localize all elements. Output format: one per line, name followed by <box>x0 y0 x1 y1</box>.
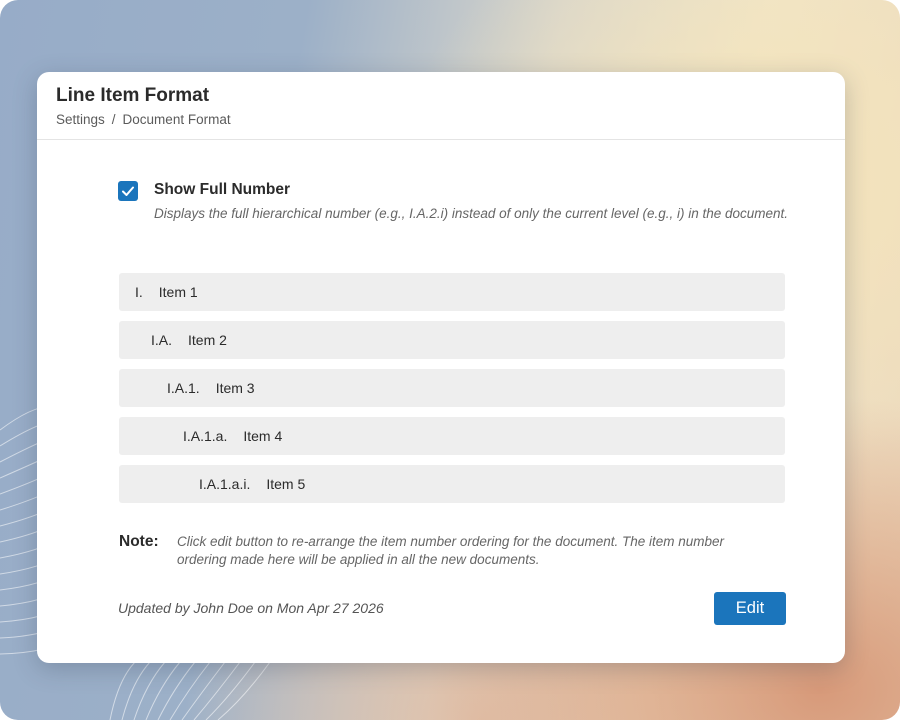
item-label: Item 1 <box>158 284 198 300</box>
show-full-number-checkbox[interactable] <box>118 181 138 201</box>
updated-by-text: Updated by John Doe on Mon Apr 27 2026 <box>118 600 384 616</box>
breadcrumb: Settings / Document Format <box>56 112 231 127</box>
list-item: I.A.1. Item 3 <box>119 369 785 407</box>
list-item: I. Item 1 <box>119 273 785 311</box>
item-number: I.A.1.a.i. <box>199 476 251 492</box>
breadcrumb-settings[interactable]: Settings <box>56 112 105 127</box>
check-icon <box>122 186 134 196</box>
item-number: I.A.1. <box>167 380 200 396</box>
note-label: Note: <box>119 533 159 550</box>
list-item: I.A.1.a. Item 4 <box>119 417 785 455</box>
breadcrumb-document-format: Document Format <box>122 112 231 127</box>
edit-button[interactable]: Edit <box>714 592 786 625</box>
item-number-list: I. Item 1 I.A. Item 2 I.A.1. Item 3 I.A.… <box>119 273 785 513</box>
card-header: Line Item Format Settings / Document For… <box>37 72 845 140</box>
item-label: Item 5 <box>266 476 306 492</box>
item-number: I.A.1.a. <box>183 428 228 444</box>
item-label: Item 2 <box>188 332 227 348</box>
line-item-format-card: Line Item Format Settings / Document For… <box>37 72 845 663</box>
item-label: Item 3 <box>215 380 255 396</box>
show-full-number-label[interactable]: Show Full Number <box>154 181 290 199</box>
item-number: I. <box>135 284 143 300</box>
show-full-number-description: Displays the full hierarchical number (e… <box>154 206 789 221</box>
breadcrumb-separator: / <box>111 112 116 127</box>
item-number: I.A. <box>151 332 173 348</box>
item-label: Item 4 <box>243 428 283 444</box>
note-text: Click edit button to re-arrange the item… <box>177 534 725 567</box>
page-title: Line Item Format <box>56 85 210 106</box>
list-item: I.A. Item 2 <box>119 321 785 359</box>
list-item: I.A.1.a.i. Item 5 <box>119 465 785 503</box>
